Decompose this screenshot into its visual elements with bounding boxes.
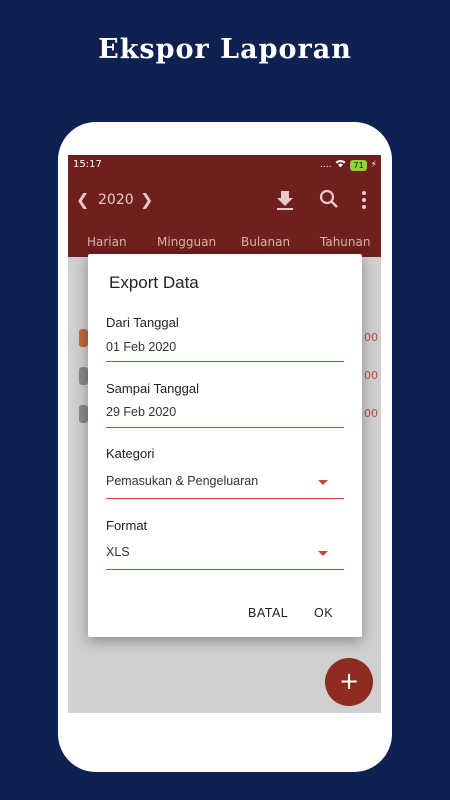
more-vert-icon[interactable] [360,189,368,211]
chevron-left-icon[interactable]: ❮ [76,190,89,209]
export-dialog: Export Data Dari Tanggal 01 Feb 2020 Sam… [88,254,362,637]
app-toolbar: ❮ 2020 ❯ [68,175,381,227]
format-select[interactable]: XLS [106,545,130,559]
wifi-icon [335,159,346,171]
list-item-indicator [79,367,88,385]
dropdown-arrow-icon[interactable] [318,551,328,556]
tab-mingguan[interactable]: Mingguan [157,235,216,249]
list-item-indicator [79,329,88,347]
ok-button[interactable]: OK [314,606,333,620]
period-tabs: Harian Mingguan Bulanan Tahunan [68,227,381,257]
cancel-button[interactable]: BATAL [248,606,288,620]
list-item-amount: 00 [364,369,378,382]
status-bar: 15:17 .... 71 ⚡ [68,155,381,175]
add-button[interactable]: + [325,658,373,706]
from-date-underline [106,361,344,362]
to-date-label: Sampai Tanggal [106,381,199,396]
charging-icon: ⚡ [370,160,377,170]
list-item-amount: 00 [364,331,378,344]
list-item-indicator [79,405,88,423]
to-date-field[interactable]: 29 Feb 2020 [106,405,176,419]
dropdown-arrow-icon[interactable] [318,480,328,485]
status-icons: .... 71 ⚡ [320,159,377,171]
category-label: Kategori [106,446,155,461]
promo-title: Ekspor Laporan [98,34,352,65]
from-date-field[interactable]: 01 Feb 2020 [106,340,176,354]
category-select[interactable]: Pemasukan & Pengeluaran [106,474,258,488]
list-item-amount: 00 [364,407,378,420]
tab-bulanan[interactable]: Bulanan [241,235,290,249]
format-underline [106,569,344,570]
signal-icon: .... [320,160,332,170]
format-label: Format [106,518,148,533]
battery-indicator: 71 [350,159,367,171]
from-date-label: Dari Tanggal [106,315,179,330]
dialog-title: Export Data [109,273,199,292]
tab-tahunan[interactable]: Tahunan [320,235,370,249]
category-underline [106,498,344,499]
chevron-right-icon[interactable]: ❯ [140,190,153,209]
year-label: 2020 [98,192,134,208]
to-date-underline [106,427,344,428]
status-time: 15:17 [73,159,102,170]
tab-harian[interactable]: Harian [87,235,127,249]
search-icon[interactable] [319,189,339,209]
download-icon[interactable] [275,189,295,211]
